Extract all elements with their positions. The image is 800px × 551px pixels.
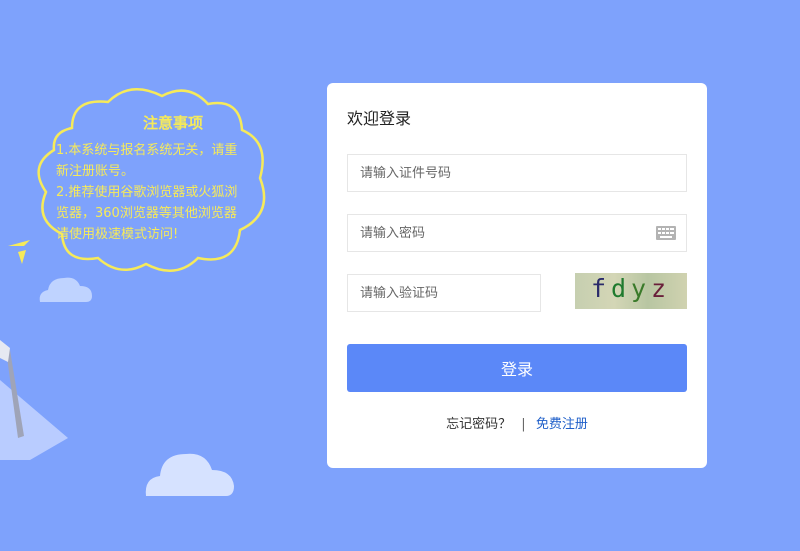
captcha-char: f xyxy=(591,274,607,303)
cloud-large-illustration xyxy=(145,453,234,496)
id-number-input[interactable] xyxy=(348,155,686,191)
captcha-char: z xyxy=(651,274,667,303)
captcha-char: d xyxy=(611,274,627,303)
login-card: 欢迎登录 fdyz 登录 忘记密码？ | 免费注册 xyxy=(327,83,707,468)
register-link[interactable]: 免费注册 xyxy=(536,417,588,432)
notice-title: 注意事项 xyxy=(142,114,203,132)
captcha-image[interactable]: fdyz xyxy=(575,273,687,309)
password-field[interactable] xyxy=(347,214,687,252)
link-separator: | xyxy=(521,417,526,432)
password-input[interactable] xyxy=(348,215,686,251)
notice-line-2: 2.推荐使用谷歌浏览器或火狐浏览器，360浏览器等其他浏览器请使用极速模式访问! xyxy=(56,185,238,242)
account-links: 忘记密码？ | 免费注册 xyxy=(327,413,707,432)
isometric-platform-illustration xyxy=(0,340,68,460)
captcha-field[interactable] xyxy=(347,274,541,312)
keyboard-icon[interactable] xyxy=(656,226,676,240)
login-title: 欢迎登录 xyxy=(347,109,412,128)
notice-cloud: 注意事项 1.本系统与报名系统无关，请重新注册账号。 2.推荐使用谷歌浏览器或火… xyxy=(8,82,276,282)
captcha-char: y xyxy=(631,274,647,303)
notice-text: 1.本系统与报名系统无关，请重新注册账号。 2.推荐使用谷歌浏览器或火狐浏览器，… xyxy=(56,140,242,245)
captcha-input[interactable] xyxy=(348,275,540,311)
id-number-field[interactable] xyxy=(347,154,687,192)
speech-tail-icon xyxy=(8,240,30,264)
notice-line-1: 1.本系统与报名系统无关，请重新注册账号。 xyxy=(56,143,238,179)
forgot-password-link[interactable]: 忘记密码？ xyxy=(446,417,511,432)
login-button[interactable]: 登录 xyxy=(347,344,687,392)
